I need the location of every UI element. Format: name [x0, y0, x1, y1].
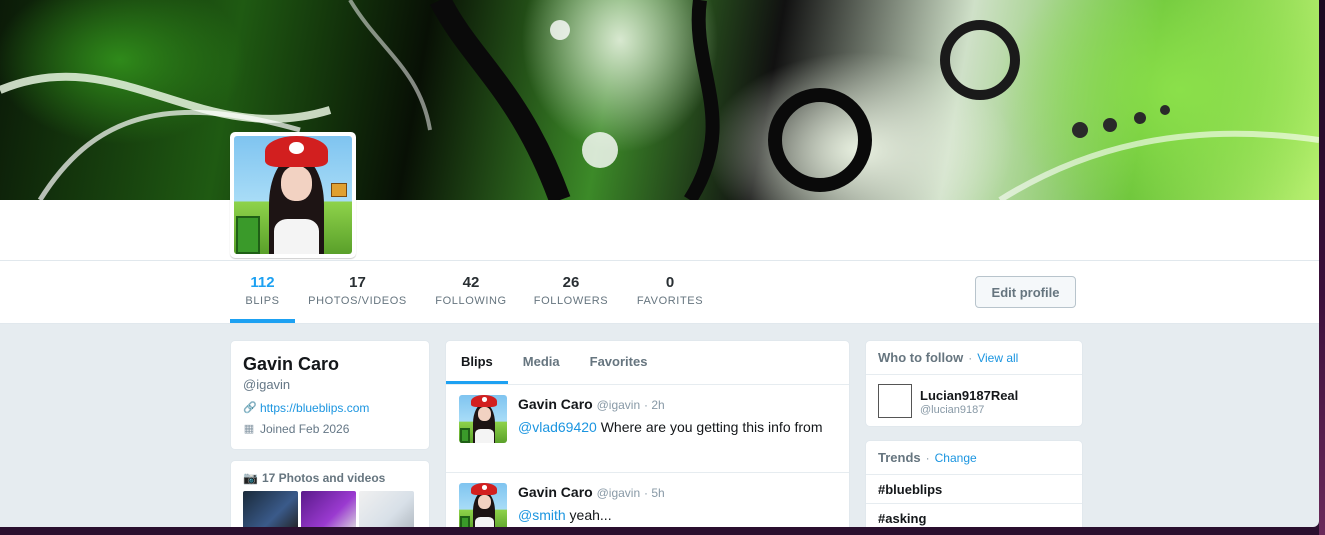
- tab-blips[interactable]: Blips: [446, 341, 508, 384]
- tweet-item[interactable]: Gavin Caro @igavin · 5h @smith yeah...: [446, 473, 849, 527]
- photos-videos-header[interactable]: 📷 17 Photos and videos: [243, 471, 417, 485]
- profile-joined-date: Joined Feb 2026: [260, 422, 350, 436]
- trend-item[interactable]: #blueblips: [866, 475, 1082, 504]
- who-to-follow-title: Who to follow: [878, 350, 964, 365]
- tweet-author-handle: @igavin: [596, 398, 641, 412]
- separator-dot: ·: [968, 350, 973, 365]
- stat-blips-label: BLIPS: [245, 295, 280, 307]
- suggestion-name[interactable]: Lucian9187Real: [920, 388, 1018, 403]
- timeline-tabs: Blips Media Favorites: [446, 341, 849, 385]
- profile-card: Gavin Caro @igavin 🔗 https://blueblips.c…: [230, 340, 430, 450]
- photo-thumbnail[interactable]: [359, 491, 414, 527]
- tweet-timestamp[interactable]: · 2h: [644, 398, 665, 412]
- stat-favorites-label: FAVORITES: [636, 295, 704, 307]
- tweet-avatar[interactable]: [459, 483, 507, 527]
- stat-blips[interactable]: 112 BLIPS: [230, 274, 295, 309]
- trend-item[interactable]: #asking: [866, 504, 1082, 527]
- tweet-mention-link[interactable]: @smith: [518, 507, 566, 523]
- profile-banner: [0, 0, 1319, 200]
- stat-photos-label: PHOTOS/VIDEOS: [308, 295, 407, 307]
- photos-videos-title: 17 Photos and videos: [261, 471, 386, 485]
- profile-name[interactable]: Gavin Caro: [243, 353, 417, 375]
- avatar-image: [234, 136, 352, 254]
- trends-title: Trends: [878, 450, 921, 465]
- stat-photos-count: 17: [349, 274, 366, 291]
- link-icon: 🔗: [243, 402, 257, 414]
- profile-header-band: [0, 200, 1319, 260]
- tweet-text: yeah...: [565, 507, 612, 523]
- tweet-author-handle: @igavin: [596, 486, 641, 500]
- stat-followers-count: 26: [562, 274, 580, 291]
- calendar-icon: ▦: [243, 423, 255, 435]
- active-stat-indicator: [230, 319, 295, 323]
- photo-thumbnail[interactable]: [301, 491, 356, 527]
- edit-profile-button[interactable]: Edit profile: [975, 276, 1076, 308]
- change-trends-link[interactable]: Change: [935, 451, 977, 465]
- camera-icon: 📷: [243, 471, 258, 485]
- trends-card: Trends · Change #blueblips #asking: [865, 440, 1083, 527]
- banner-artwork: [0, 0, 1319, 200]
- tab-media[interactable]: Media: [508, 341, 575, 384]
- who-to-follow-card: Who to follow · View all Lucian9187Real …: [865, 340, 1083, 427]
- stat-following-label: FOLLOWING: [435, 295, 507, 307]
- separator-dot: ·: [925, 450, 930, 465]
- profile-handle: @igavin: [243, 377, 291, 392]
- stat-favorites-count: 0: [665, 274, 675, 291]
- tweet-text: Where are you getting this info from: [596, 419, 823, 435]
- tweet-timestamp[interactable]: · 5h: [644, 486, 665, 500]
- tweet-item[interactable]: Gavin Caro @igavin · 2h @vlad69420 Where…: [446, 385, 849, 473]
- suggestion-avatar[interactable]: [878, 384, 912, 418]
- stat-followers-label: FOLLOWERS: [533, 295, 609, 307]
- browser-window: 112 BLIPS 17 PHOTOS/VIDEOS 42 FOLLOWING …: [0, 0, 1319, 527]
- stat-followers[interactable]: 26 FOLLOWERS: [530, 274, 612, 309]
- stat-blips-count: 112: [250, 274, 275, 291]
- stat-favorites[interactable]: 0 FAVORITES: [632, 274, 708, 309]
- desktop-background: [1319, 0, 1325, 535]
- photos-videos-card: 📷 17 Photos and videos: [230, 460, 430, 527]
- stat-following-count: 42: [462, 274, 480, 291]
- timeline-card: Blips Media Favorites Gavin Caro @igavin…: [445, 340, 850, 527]
- view-all-link[interactable]: View all: [977, 351, 1018, 365]
- tweet-author-name[interactable]: Gavin Caro: [518, 484, 593, 500]
- tweet-avatar[interactable]: [459, 395, 507, 443]
- stat-following[interactable]: 42 FOLLOWING: [430, 274, 512, 309]
- suggestion-handle: @lucian9187: [920, 404, 985, 416]
- stat-photos-videos[interactable]: 17 PHOTOS/VIDEOS: [305, 274, 410, 309]
- tab-favorites[interactable]: Favorites: [575, 341, 663, 384]
- photo-thumbnail[interactable]: [243, 491, 298, 527]
- tweet-author-name[interactable]: Gavin Caro: [518, 396, 593, 412]
- follow-suggestion[interactable]: Lucian9187Real @lucian9187: [866, 375, 1082, 426]
- profile-url-link[interactable]: https://blueblips.com: [260, 401, 369, 415]
- tweet-mention-link[interactable]: @vlad69420: [518, 419, 597, 435]
- profile-avatar[interactable]: [230, 132, 356, 258]
